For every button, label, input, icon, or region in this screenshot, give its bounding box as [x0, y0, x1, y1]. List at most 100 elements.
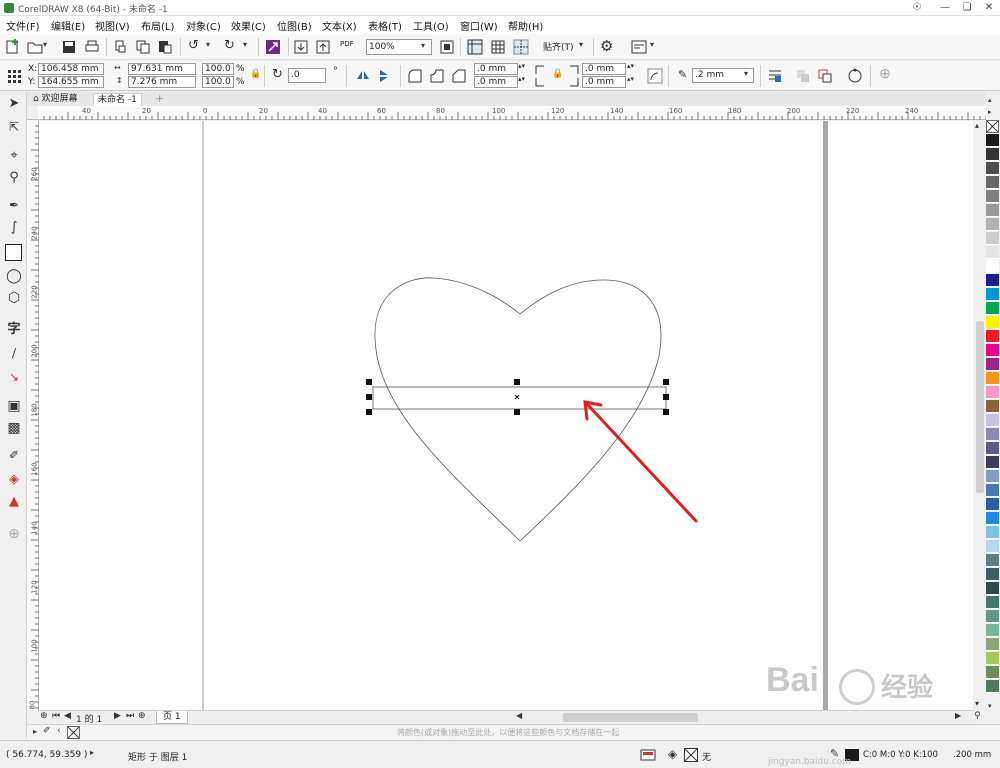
text-tool-icon[interactable]: 字: [4, 318, 24, 338]
menu-bitmaps[interactable]: 位图(B): [277, 18, 312, 33]
new-document-icon[interactable]: [4, 38, 22, 56]
rectangle-tool-icon[interactable]: [5, 244, 22, 261]
transparency-tool-icon[interactable]: ▩: [4, 420, 24, 440]
full-screen-icon[interactable]: [438, 38, 456, 56]
scale-x-field[interactable]: 100.0: [202, 63, 234, 75]
corner-tr-spinner-icon[interactable]: ▴▾: [627, 62, 634, 70]
color-swatch[interactable]: [986, 246, 999, 259]
menu-layout[interactable]: 布局(L): [141, 18, 174, 33]
color-swatch[interactable]: [986, 652, 999, 665]
copy-icon[interactable]: [134, 38, 152, 56]
undo-icon[interactable]: ↺: [188, 38, 199, 53]
application-launcher-icon[interactable]: [630, 38, 648, 56]
color-swatch[interactable]: [986, 148, 999, 161]
to-back-icon[interactable]: [816, 67, 834, 85]
corner-radius-bl-field[interactable]: .0 mm: [474, 76, 518, 88]
color-swatch[interactable]: [986, 484, 999, 497]
color-swatch[interactable]: [986, 456, 999, 469]
page-tab[interactable]: 页 1: [156, 711, 188, 724]
no-color-swatch[interactable]: [986, 120, 999, 133]
first-page-icon[interactable]: ⏮: [52, 711, 60, 721]
redo-icon[interactable]: ↻: [224, 38, 235, 53]
color-swatch[interactable]: [986, 372, 999, 385]
new-tab-icon[interactable]: +: [155, 92, 164, 105]
color-swatch[interactable]: [986, 498, 999, 511]
zoom-dropdown-icon[interactable]: ▾: [421, 41, 425, 50]
tab-document[interactable]: 未命名 -1: [93, 93, 142, 106]
pick-tool-icon[interactable]: ➤: [4, 96, 24, 116]
drawing-canvas[interactable]: Bai 经验: [39, 121, 973, 710]
color-swatch[interactable]: [986, 134, 999, 147]
color-swatch[interactable]: [986, 428, 999, 441]
zoom-navigator-icon[interactable]: ⚲: [974, 711, 981, 721]
color-swatch[interactable]: [986, 204, 999, 217]
menu-table[interactable]: 表格(T): [368, 18, 402, 33]
last-page-icon[interactable]: ⏭: [126, 711, 134, 721]
parallel-dimension-tool-icon[interactable]: ∕: [4, 346, 24, 366]
export-icon[interactable]: [314, 38, 332, 56]
show-rulers-icon[interactable]: [466, 38, 484, 56]
color-swatch[interactable]: [986, 680, 999, 693]
text-wrap-icon[interactable]: [766, 67, 784, 85]
color-swatch[interactable]: [986, 302, 999, 315]
color-swatch[interactable]: [986, 624, 999, 637]
color-swatch[interactable]: [986, 288, 999, 301]
docpal-eyedropper-icon[interactable]: ✐: [43, 726, 51, 736]
color-swatch[interactable]: [986, 512, 999, 525]
docpal-scroll-left-icon[interactable]: ‹: [57, 726, 61, 736]
status-expand-icon[interactable]: ▸: [90, 748, 94, 757]
object-height-field[interactable]: 7.276 mm: [128, 76, 196, 88]
corner-radius-tl-field[interactable]: .0 mm: [474, 63, 518, 75]
color-swatch[interactable]: [986, 582, 999, 595]
color-swatch[interactable]: [986, 568, 999, 581]
object-origin-icon[interactable]: [5, 67, 23, 85]
rotation-angle-field[interactable]: .0: [288, 68, 326, 83]
menu-text[interactable]: 文本(X): [322, 18, 357, 33]
color-swatch[interactable]: [986, 176, 999, 189]
corner-radius-tr-field[interactable]: .0 mm: [582, 63, 626, 75]
color-swatch[interactable]: [986, 526, 999, 539]
color-swatch[interactable]: [986, 218, 999, 231]
palette-scroll-up-icon[interactable]: ▴: [988, 96, 992, 104]
chamfered-corner-icon[interactable]: [450, 67, 468, 85]
snap-to-button[interactable]: 贴齐(T): [543, 40, 574, 53]
docpal-no-color-swatch[interactable]: [67, 726, 80, 739]
minimize-icon[interactable]: —: [934, 1, 956, 15]
show-grid-icon[interactable]: [489, 38, 507, 56]
prev-page-icon[interactable]: ◀: [64, 711, 71, 721]
next-page-icon[interactable]: ▶: [114, 711, 121, 721]
scroll-up-icon[interactable]: ▴: [975, 121, 979, 130]
undo-dropdown-icon[interactable]: ▾: [206, 40, 210, 49]
color-swatch[interactable]: [986, 274, 999, 287]
color-swatch[interactable]: [986, 330, 999, 343]
color-swatch[interactable]: [986, 610, 999, 623]
corner-radius-br-field[interactable]: .0 mm: [582, 76, 626, 88]
zoom-tool-icon[interactable]: ⚲: [4, 170, 24, 190]
user-icon[interactable]: ☉: [906, 1, 928, 15]
round-corner-icon[interactable]: [406, 67, 424, 85]
close-icon[interactable]: ✕: [978, 1, 1000, 15]
color-swatch[interactable]: [986, 386, 999, 399]
scroll-down-icon[interactable]: ▾: [975, 699, 979, 708]
scalloped-corner-icon[interactable]: [428, 67, 446, 85]
menu-view[interactable]: 视图(V): [95, 18, 130, 33]
convert-to-curves-icon[interactable]: [846, 67, 864, 85]
redo-dropdown-icon[interactable]: ▾: [243, 40, 247, 49]
horizontal-ruler[interactable]: 40 20 0 20 40 60 80 100 120 140 160 180 …: [38, 106, 987, 120]
outline-width-dropdown-icon[interactable]: ▾: [744, 69, 748, 78]
color-swatch[interactable]: [986, 666, 999, 679]
menu-effects[interactable]: 效果(C): [231, 18, 266, 33]
open-folder-icon[interactable]: [26, 38, 44, 56]
color-swatch[interactable]: [986, 414, 999, 427]
add-tool-icon[interactable]: ⊕: [4, 526, 24, 546]
color-swatch[interactable]: [986, 442, 999, 455]
crop-tool-icon[interactable]: ⌖: [4, 148, 24, 168]
vertical-scroll-thumb[interactable]: [976, 321, 984, 493]
vertical-scrollbar[interactable]: ▴ ▾: [974, 121, 986, 710]
vertical-ruler[interactable]: 260 240 220 200 180 160 140 120 100 80: [27, 120, 39, 710]
color-swatch[interactable]: [986, 344, 999, 357]
options-gear-icon[interactable]: ⚙: [600, 37, 613, 55]
menu-help[interactable]: 帮助(H): [508, 18, 543, 33]
shape-tool-icon[interactable]: ⇱: [4, 120, 24, 140]
connector-tool-icon[interactable]: ↘: [4, 370, 24, 390]
